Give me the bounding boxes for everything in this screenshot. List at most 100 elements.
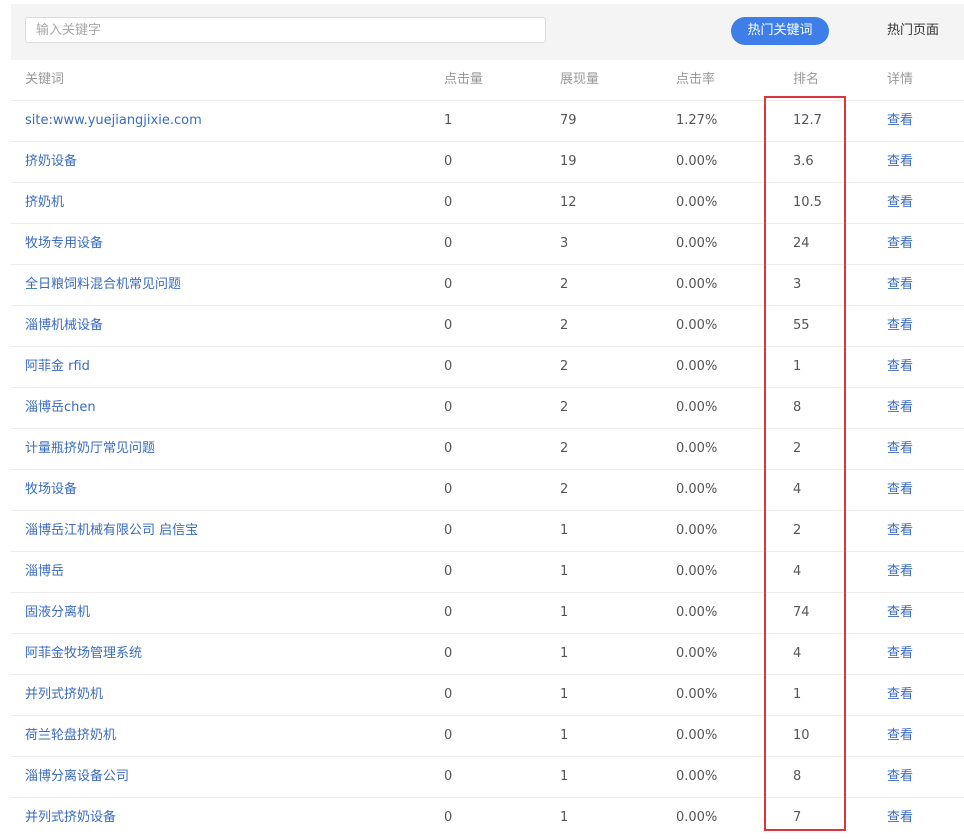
keyword-link[interactable]: 固液分离机 — [25, 593, 90, 633]
ctr-value: 1.27% — [676, 113, 718, 128]
search-input[interactable] — [25, 17, 546, 43]
tab-hot-keywords[interactable]: 热门关键词 — [731, 17, 829, 45]
view-detail-link[interactable]: 查看 — [887, 224, 913, 264]
view-detail-link[interactable]: 查看 — [887, 388, 913, 428]
rank-value: 7 — [793, 810, 802, 825]
table-row: 固液分离机 0 1 0.00% 74 查看 — [11, 593, 964, 634]
rank-value: 3.6 — [793, 154, 814, 169]
clicks-value: 0 — [444, 482, 453, 497]
keyword-link[interactable]: 全日粮饲料混合机常见问题 — [25, 265, 181, 305]
impressions-value: 2 — [560, 359, 569, 374]
table-header: 关键词 点击量 展现量 点击率 排名 详情 — [11, 60, 964, 101]
view-detail-link[interactable]: 查看 — [887, 142, 913, 182]
view-detail-link[interactable]: 查看 — [887, 265, 913, 305]
header-keyword: 关键词 — [25, 72, 65, 87]
impressions-value: 1 — [560, 523, 569, 538]
keyword-link[interactable]: site:www.yuejiangjixie.com — [25, 101, 202, 141]
view-detail-link[interactable]: 查看 — [887, 347, 913, 387]
rank-value: 2 — [793, 441, 802, 456]
rank-value: 1 — [793, 359, 802, 374]
ctr-value: 0.00% — [676, 277, 718, 292]
ctr-value: 0.00% — [676, 564, 718, 579]
table-row: 挤奶机 0 12 0.00% 10.5 查看 — [11, 183, 964, 224]
view-detail-link[interactable]: 查看 — [887, 552, 913, 592]
rank-value: 55 — [793, 318, 810, 333]
ctr-value: 0.00% — [676, 441, 718, 456]
table-row: 牧场专用设备 0 3 0.00% 24 查看 — [11, 224, 964, 265]
table-row: 淄博分离设备公司 0 1 0.00% 8 查看 — [11, 757, 964, 798]
keyword-link[interactable]: 淄博岳江机械有限公司 启信宝 — [25, 511, 198, 551]
clicks-value: 0 — [444, 523, 453, 538]
ctr-value: 0.00% — [676, 769, 718, 784]
toolbar: 热门关键词 热门页面 — [11, 4, 964, 60]
view-detail-link[interactable]: 查看 — [887, 593, 913, 633]
table-row: 淄博岳chen 0 2 0.00% 8 查看 — [11, 388, 964, 429]
table-row: 阿菲金牧场管理系统 0 1 0.00% 4 查看 — [11, 634, 964, 675]
rank-value: 3 — [793, 277, 802, 292]
keyword-link[interactable]: 挤奶机 — [25, 183, 64, 223]
header-clicks: 点击量 — [444, 72, 484, 87]
impressions-value: 1 — [560, 687, 569, 702]
clicks-value: 0 — [444, 605, 453, 620]
keyword-link[interactable]: 淄博机械设备 — [25, 306, 103, 346]
impressions-value: 1 — [560, 564, 569, 579]
view-detail-link[interactable]: 查看 — [887, 757, 913, 797]
view-detail-link[interactable]: 查看 — [887, 429, 913, 469]
keyword-link[interactable]: 并列式挤奶机 — [25, 675, 103, 715]
rank-value: 12.7 — [793, 113, 822, 128]
clicks-value: 0 — [444, 441, 453, 456]
ctr-value: 0.00% — [676, 154, 718, 169]
ctr-value: 0.00% — [676, 646, 718, 661]
ctr-value: 0.00% — [676, 236, 718, 251]
view-detail-link[interactable]: 查看 — [887, 306, 913, 346]
rank-value: 10.5 — [793, 195, 822, 210]
ctr-value: 0.00% — [676, 318, 718, 333]
keyword-link[interactable]: 并列式挤奶设备 — [25, 798, 116, 838]
keyword-link[interactable]: 荷兰轮盘挤奶机 — [25, 716, 116, 756]
keyword-link[interactable]: 挤奶设备 — [25, 142, 77, 182]
clicks-value: 0 — [444, 810, 453, 825]
clicks-value: 0 — [444, 646, 453, 661]
rank-value: 4 — [793, 646, 802, 661]
rank-value: 1 — [793, 687, 802, 702]
impressions-value: 12 — [560, 195, 577, 210]
view-detail-link[interactable]: 查看 — [887, 183, 913, 223]
rank-value: 10 — [793, 728, 810, 743]
clicks-value: 0 — [444, 769, 453, 784]
view-detail-link[interactable]: 查看 — [887, 716, 913, 756]
clicks-value: 0 — [444, 728, 453, 743]
header-rank: 排名 — [793, 72, 820, 87]
keyword-link[interactable]: 淄博岳chen — [25, 388, 96, 428]
table-row: 淄博机械设备 0 2 0.00% 55 查看 — [11, 306, 964, 347]
view-detail-link[interactable]: 查看 — [887, 101, 913, 141]
ctr-value: 0.00% — [676, 195, 718, 210]
keyword-link[interactable]: 阿菲金牧场管理系统 — [25, 634, 142, 674]
impressions-value: 2 — [560, 441, 569, 456]
keyword-link[interactable]: 阿菲金 rfid — [25, 347, 90, 387]
clicks-value: 0 — [444, 236, 453, 251]
header-impressions: 展现量 — [560, 72, 600, 87]
tab-hot-pages[interactable]: 热门页面 — [873, 17, 953, 45]
clicks-value: 0 — [444, 400, 453, 415]
clicks-value: 1 — [444, 113, 453, 128]
keyword-link[interactable]: 牧场设备 — [25, 470, 77, 510]
table-row: 全日粮饲料混合机常见问题 0 2 0.00% 3 查看 — [11, 265, 964, 306]
header-ctr: 点击率 — [676, 72, 716, 87]
clicks-value: 0 — [444, 564, 453, 579]
keyword-link[interactable]: 淄博分离设备公司 — [25, 757, 129, 797]
table-row: 并列式挤奶机 0 1 0.00% 1 查看 — [11, 675, 964, 716]
clicks-value: 0 — [444, 359, 453, 374]
impressions-value: 1 — [560, 605, 569, 620]
keyword-link[interactable]: 计量瓶挤奶厅常见问题 — [25, 429, 155, 469]
view-detail-link[interactable]: 查看 — [887, 511, 913, 551]
keyword-link[interactable]: 牧场专用设备 — [25, 224, 103, 264]
table-row: 挤奶设备 0 19 0.00% 3.6 查看 — [11, 142, 964, 183]
ctr-value: 0.00% — [676, 687, 718, 702]
impressions-value: 1 — [560, 810, 569, 825]
ctr-value: 0.00% — [676, 728, 718, 743]
view-detail-link[interactable]: 查看 — [887, 634, 913, 674]
view-detail-link[interactable]: 查看 — [887, 798, 913, 838]
view-detail-link[interactable]: 查看 — [887, 675, 913, 715]
view-detail-link[interactable]: 查看 — [887, 470, 913, 510]
keyword-link[interactable]: 淄博岳 — [25, 552, 64, 592]
